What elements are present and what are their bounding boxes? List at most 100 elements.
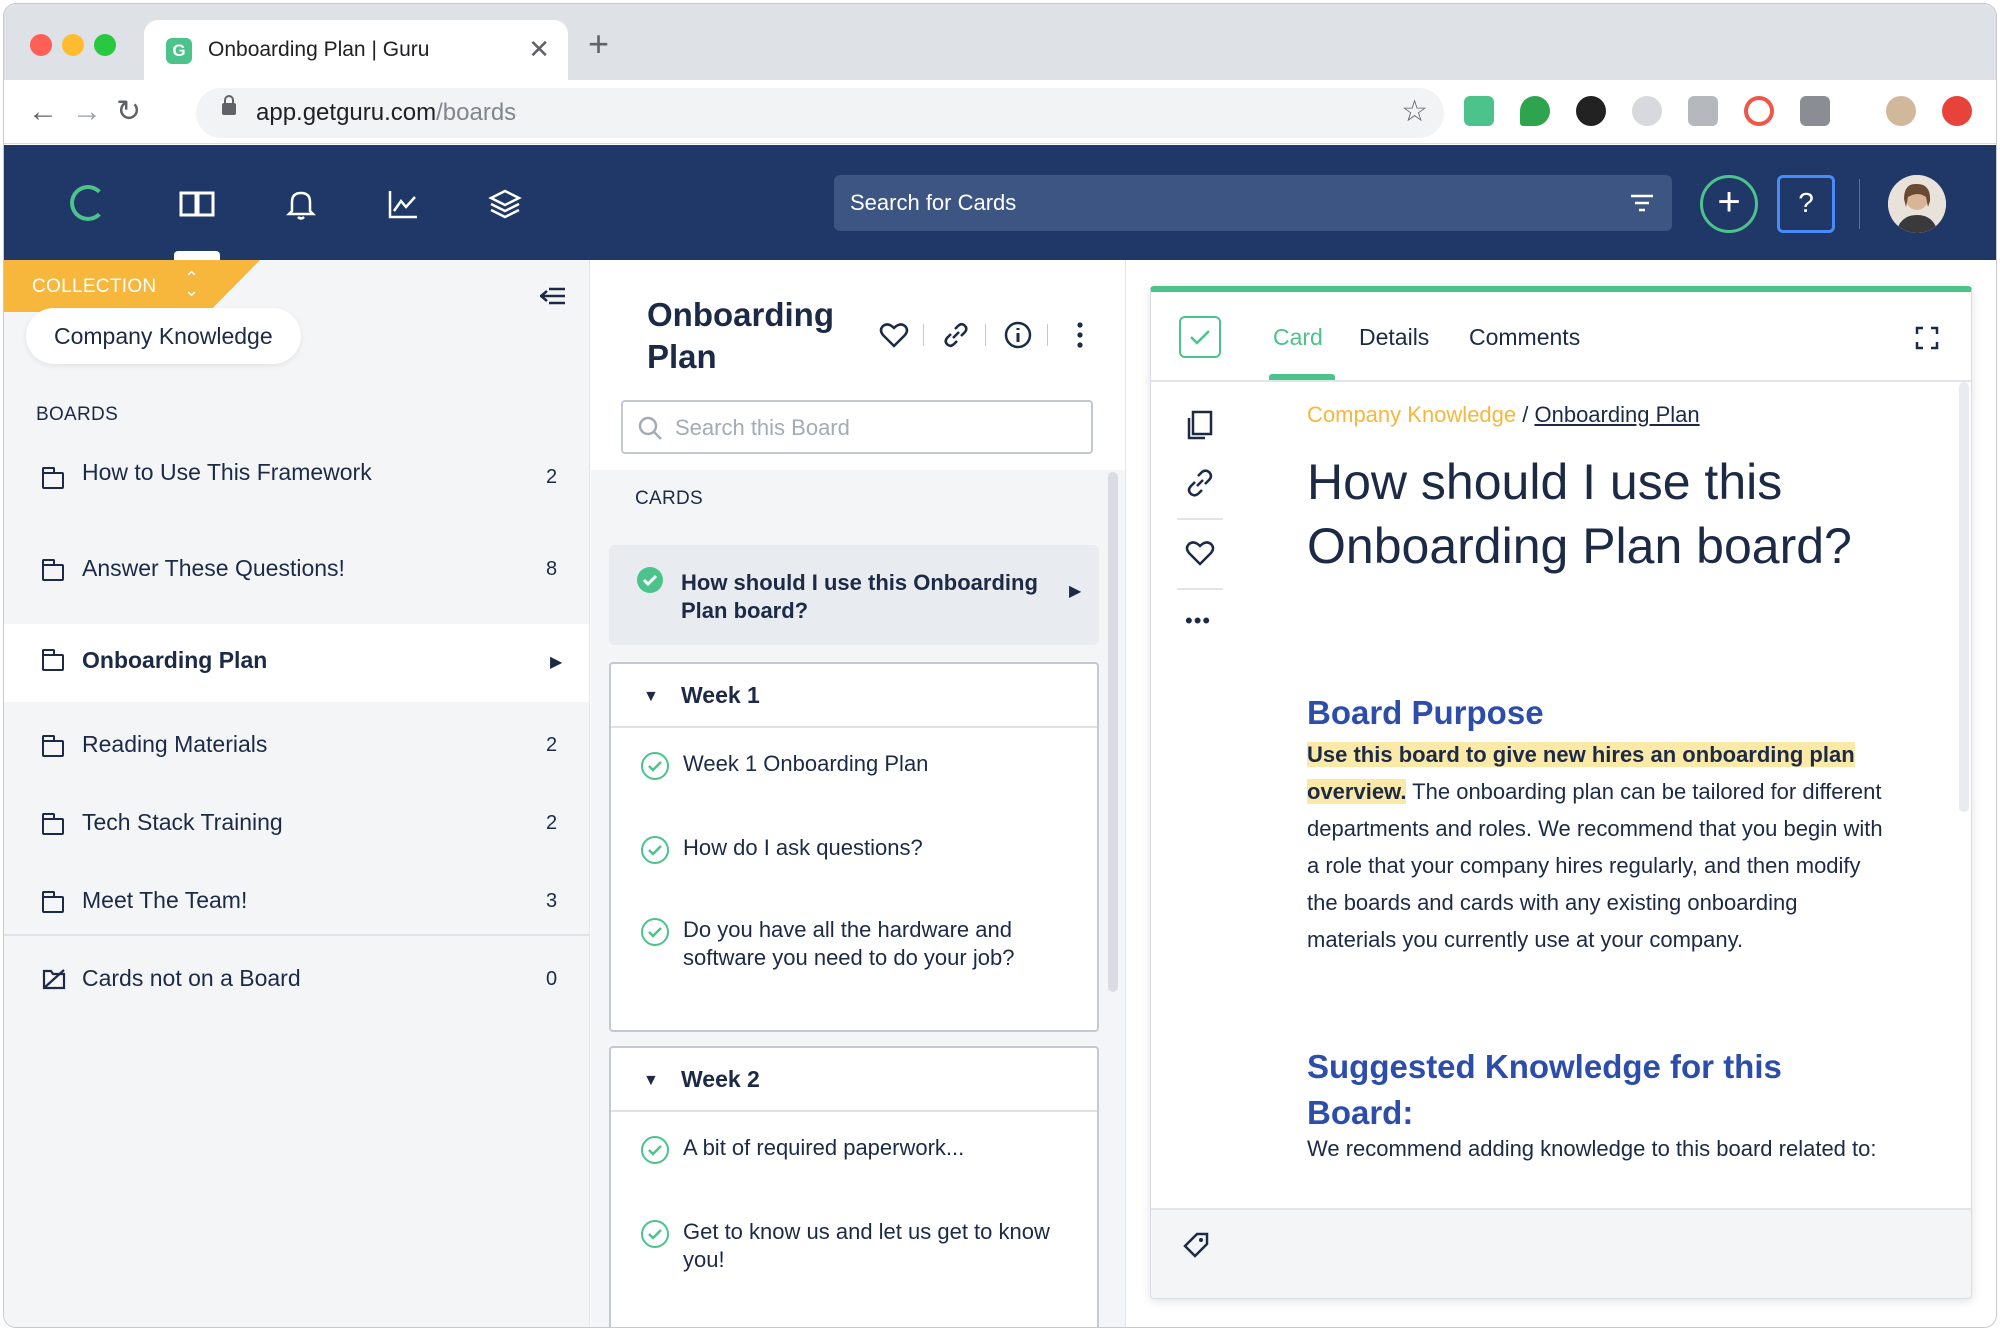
chat-extension-icon[interactable] xyxy=(1520,96,1550,126)
link-icon[interactable] xyxy=(941,320,971,350)
collapse-sidebar-icon[interactable] xyxy=(540,286,566,306)
card-title: Do you have all the hardware and softwar… xyxy=(683,917,1015,970)
sidebar-board-reading-materials[interactable]: Reading Materials 2 xyxy=(4,718,589,778)
caret-right-icon: ▶ xyxy=(550,654,563,671)
board-label: Reading Materials xyxy=(82,731,268,757)
reload-button[interactable]: ↻ xyxy=(116,94,141,130)
link-icon[interactable] xyxy=(1183,466,1217,500)
tab-details[interactable]: Details xyxy=(1359,324,1429,351)
board-count: 8 xyxy=(546,558,558,580)
maximize-window-button[interactable] xyxy=(94,34,116,56)
more-horizontal-icon[interactable]: ••• xyxy=(1185,608,1211,634)
card-side-toolbar: ••• xyxy=(1151,382,1251,1208)
board-scrollbar[interactable] xyxy=(1108,472,1118,992)
new-tab-button[interactable]: + xyxy=(588,26,609,62)
tag-icon[interactable] xyxy=(1181,1230,1211,1260)
toolbar-separator xyxy=(985,324,986,346)
section-heading: Suggested Knowledge for this Board: xyxy=(1307,1048,1782,1131)
back-button[interactable]: ← xyxy=(28,94,58,130)
forward-button[interactable]: → xyxy=(72,94,102,130)
gray-extension-icon[interactable] xyxy=(1632,96,1662,126)
sidebar-cards-not-on-board[interactable]: Cards not on a Board 0 xyxy=(4,952,589,1012)
tab-card[interactable]: Card xyxy=(1273,324,1323,351)
chart-icon[interactable] xyxy=(384,185,422,223)
group-title: Week 2 xyxy=(681,1066,760,1092)
board-header: Onboarding Plan Search this Board xyxy=(591,260,1125,470)
board-count: 0 xyxy=(546,968,558,990)
camera-extension-icon[interactable] xyxy=(1800,96,1830,126)
header-divider xyxy=(1859,179,1860,229)
update-icon[interactable] xyxy=(1942,96,1972,126)
guru-logo-icon[interactable] xyxy=(70,185,106,221)
layers-icon[interactable] xyxy=(486,185,524,223)
board-search-input[interactable]: Search this Board xyxy=(621,400,1093,454)
browser-window: G Onboarding Plan | Guru ✕ + ← → ↻ app.g… xyxy=(4,4,1996,1327)
filter-icon[interactable] xyxy=(1630,193,1654,213)
info-icon[interactable] xyxy=(1003,320,1033,350)
address-bar[interactable]: app.getguru.com/boards ☆ xyxy=(196,88,1444,138)
folder-icon xyxy=(41,649,64,671)
create-card-button[interactable]: + xyxy=(1700,175,1758,233)
tab-comments[interactable]: Comments xyxy=(1469,324,1580,351)
cards-header: CARDS xyxy=(635,488,704,509)
board-label: Cards not on a Board xyxy=(82,965,301,991)
sidebar-board-answer-questions[interactable]: Answer These Questions! 8 xyxy=(4,542,589,602)
section-paragraph: Use this board to give new hires an onbo… xyxy=(1307,736,1887,958)
collection-name-pill[interactable]: Company Knowledge xyxy=(26,308,301,364)
card-title: Get to know us and let us get to know yo… xyxy=(683,1219,1050,1272)
caret-down-icon: ▼ xyxy=(643,1072,659,1089)
featured-card-title: How should I use this Onboarding Plan bo… xyxy=(681,570,1038,623)
copy-icon[interactable] xyxy=(1183,408,1217,442)
card-panel-header: Card Details Comments xyxy=(1151,292,1971,382)
active-tab-indicator xyxy=(1269,374,1335,380)
nav-active-indicator xyxy=(174,251,220,260)
expand-icon[interactable] xyxy=(1915,326,1939,350)
bookmark-star-icon[interactable]: ☆ xyxy=(1401,94,1428,129)
more-vertical-icon[interactable] xyxy=(1065,320,1095,350)
board-label: Meet The Team! xyxy=(82,887,248,913)
profile-avatar[interactable] xyxy=(1886,96,1916,126)
bell-icon[interactable] xyxy=(282,185,320,223)
swirl-extension-icon[interactable] xyxy=(1744,96,1774,126)
board-label: Tech Stack Training xyxy=(82,809,283,835)
card-title: How should I use this Onboarding Plan bo… xyxy=(1307,454,1852,574)
guru-extension-icon[interactable] xyxy=(1464,96,1494,126)
verified-card-icon[interactable] xyxy=(1179,316,1221,358)
sidebar-board-how-to-use[interactable]: How to Use This Framework 2 xyxy=(4,450,589,530)
card-search-input[interactable]: Search for Cards xyxy=(834,175,1672,231)
board-panel: Onboarding Plan Search this Board CARDS … xyxy=(591,260,1126,1327)
sidebar-divider xyxy=(4,934,589,936)
puzzle-extension-icon[interactable] xyxy=(1688,96,1718,126)
lock-icon xyxy=(222,95,236,115)
help-button[interactable]: ? xyxy=(1777,175,1835,233)
card-title: Week 1 Onboarding Plan xyxy=(683,751,929,776)
card-scrollbar[interactable] xyxy=(1959,382,1969,812)
breadcrumb-board-link[interactable]: Onboarding Plan xyxy=(1534,402,1699,427)
close-window-button[interactable] xyxy=(30,34,52,56)
group-header[interactable]: ▼ Week 2 xyxy=(611,1048,1097,1112)
url-text: app.getguru.com/boards xyxy=(256,99,517,126)
paragraph-text: The onboarding plan can be tailored for … xyxy=(1307,779,1883,952)
minimize-window-button[interactable] xyxy=(62,34,84,56)
featured-card-item[interactable]: How should I use this Onboarding Plan bo… xyxy=(609,545,1099,645)
board-count: 2 xyxy=(546,734,558,756)
sidebar-board-meet-team[interactable]: Meet The Team! 3 xyxy=(4,874,589,934)
heart-icon[interactable] xyxy=(879,320,909,350)
browser-tab[interactable]: G Onboarding Plan | Guru ✕ xyxy=(144,20,568,80)
user-avatar[interactable] xyxy=(1888,175,1946,233)
folder-icon xyxy=(41,813,64,835)
collection-switcher[interactable]: COLLECTION ⌃ ⌄ xyxy=(4,260,260,312)
breadcrumb-separator: / xyxy=(1516,402,1535,427)
group-header[interactable]: ▼ Week 1 xyxy=(611,664,1097,728)
sidebar-board-tech-stack[interactable]: Tech Stack Training 2 xyxy=(4,796,589,856)
folder-icon xyxy=(41,735,64,757)
book-icon[interactable] xyxy=(178,185,216,223)
sidebar-board-onboarding-plan[interactable]: Onboarding Plan ▶ xyxy=(4,624,589,702)
breadcrumb-collection[interactable]: Company Knowledge xyxy=(1307,402,1516,427)
card-title: How do I ask questions? xyxy=(683,835,923,860)
tab-close-icon[interactable]: ✕ xyxy=(528,34,550,65)
magnifier-extension-icon[interactable] xyxy=(1576,96,1606,126)
tab-title: Onboarding Plan | Guru xyxy=(208,38,430,61)
heart-icon[interactable] xyxy=(1183,536,1217,570)
chevron-updown-icon: ⌃ ⌄ xyxy=(184,268,200,300)
